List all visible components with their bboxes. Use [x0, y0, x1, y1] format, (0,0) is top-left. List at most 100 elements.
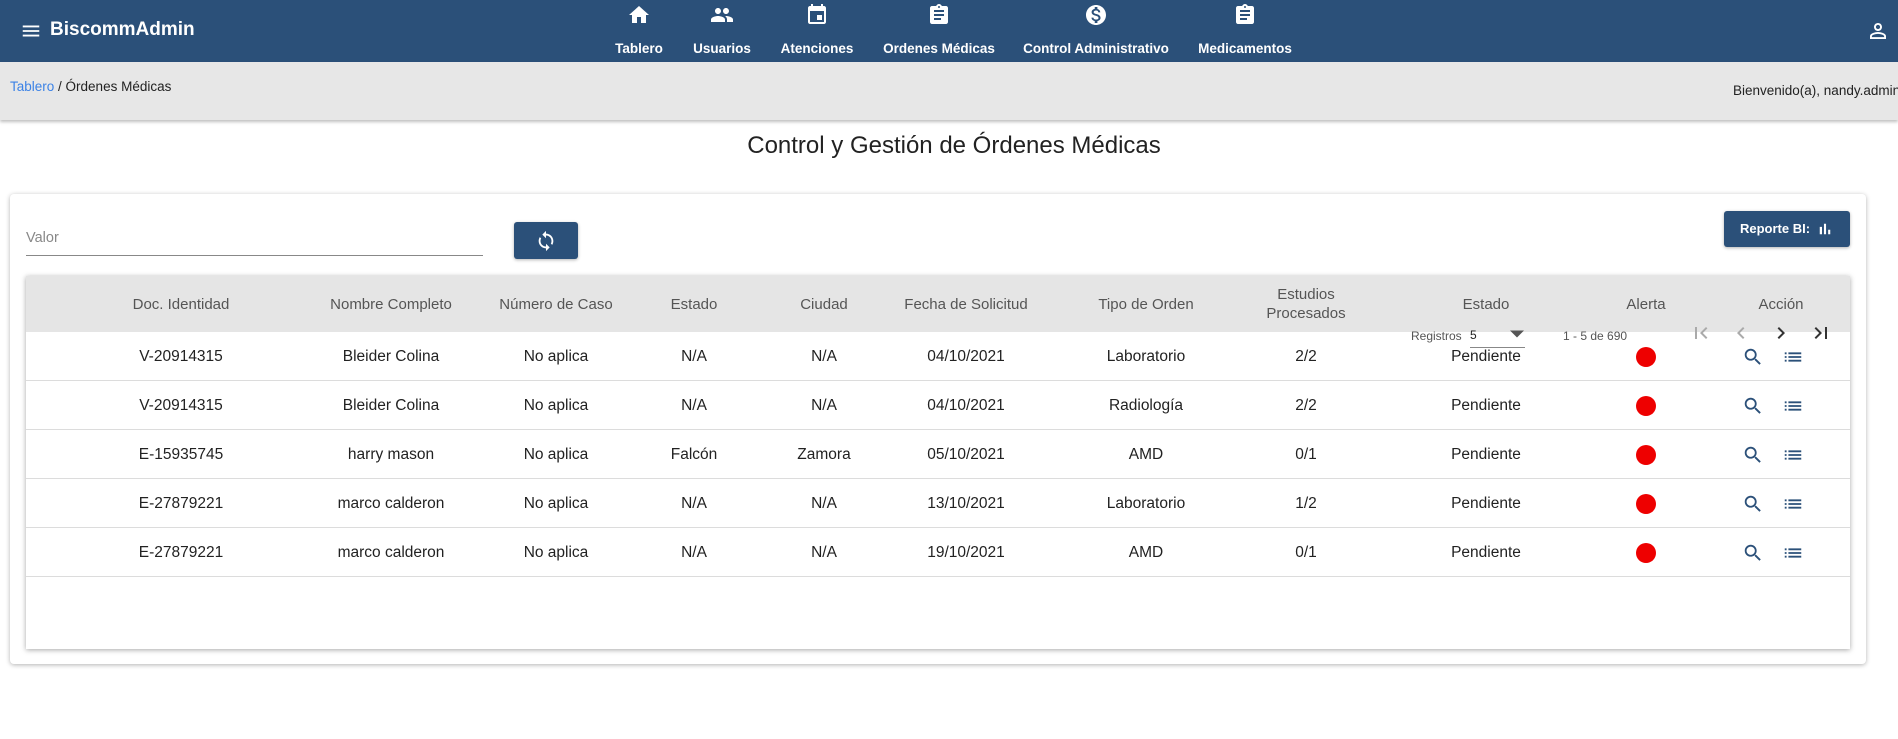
nav-medicamentos[interactable]: Medicamentos [1190, 0, 1300, 62]
calendar-icon [808, 4, 826, 24]
cell-city: N/A [811, 543, 837, 561]
column-header-case[interactable]: Número de Caso [476, 276, 636, 332]
breadcrumb-home-link[interactable]: Tablero [10, 79, 54, 94]
column-header-order-type[interactable]: Tipo de Orden [1046, 276, 1246, 332]
cell-alert [1566, 528, 1726, 577]
nav-atenciones[interactable]: Atenciones [775, 0, 859, 62]
table-row: E-15935745 harry mason No aplica Falcón Zamo… [26, 430, 1850, 479]
cell-order-type: Laboratorio [1106, 494, 1186, 512]
cell-order-type: Radiología [1108, 396, 1184, 414]
breadcrumb-separator: / [54, 79, 66, 94]
search-input[interactable] [26, 224, 483, 252]
bar-chart-icon [1819, 223, 1831, 235]
details-list-icon[interactable] [1782, 395, 1804, 417]
previous-page-icon[interactable] [1729, 321, 1753, 345]
cell-case: No aplica [523, 543, 589, 561]
cell-studies: 2/2 [1295, 396, 1317, 414]
cell-date: 19/10/2021 [927, 543, 1005, 561]
cell-studies: 1/2 [1295, 494, 1317, 512]
cell-alert [1566, 430, 1726, 479]
dollar-icon [1086, 5, 1106, 25]
cell-city: N/A [811, 494, 837, 512]
column-header-studies[interactable]: Estudios Procesados [1226, 276, 1386, 332]
details-list-icon[interactable] [1782, 444, 1804, 466]
details-list-icon[interactable] [1782, 493, 1804, 515]
column-header-state[interactable]: Estado [626, 276, 762, 332]
cell-state: Falcón [670, 445, 718, 463]
view-search-icon[interactable] [1742, 542, 1764, 564]
view-search-icon[interactable] [1742, 444, 1764, 466]
alert-indicator [1636, 444, 1656, 465]
cell-city: Zamora [797, 445, 851, 463]
report-bi-button[interactable]: Reporte BI: [1724, 211, 1850, 247]
cell-date: 04/10/2021 [927, 396, 1005, 414]
cell-date: 05/10/2021 [927, 445, 1005, 463]
nav-label: Usuarios [693, 41, 751, 56]
column-header-name[interactable]: Nombre Completo [286, 276, 496, 332]
cell-status: Pendiente [1451, 494, 1521, 512]
search-field[interactable] [26, 224, 483, 256]
details-list-icon[interactable] [1782, 542, 1804, 564]
cell-doc: V-20914315 [139, 347, 223, 365]
cell-order-type: Laboratorio [1106, 347, 1186, 365]
nav-tablero[interactable]: Tablero [609, 0, 669, 62]
details-list-icon[interactable] [1782, 346, 1804, 368]
nav-usuarios[interactable]: Usuarios [686, 0, 758, 62]
alert-indicator [1636, 542, 1656, 563]
cell-studies: 2/2 [1295, 347, 1317, 365]
cell-state: N/A [681, 543, 707, 561]
paginator-label: Registros [1411, 329, 1462, 343]
cell-alert [1566, 381, 1726, 430]
page-size-select[interactable]: 5 [1470, 320, 1525, 348]
menu-icon[interactable] [20, 19, 42, 43]
cell-status: Pendiente [1451, 543, 1521, 561]
cell-state: N/A [681, 347, 707, 365]
cell-doc: V-20914315 [139, 396, 223, 414]
refresh-button[interactable] [514, 222, 578, 259]
nav-label: Control Administrativo [1023, 41, 1169, 56]
cell-state: N/A [681, 396, 707, 414]
cell-alert [1566, 479, 1726, 528]
cell-city: N/A [811, 347, 837, 365]
view-search-icon[interactable] [1742, 493, 1764, 515]
view-search-icon[interactable] [1742, 346, 1764, 368]
page-title: Control y Gestión de Órdenes Médicas [747, 132, 1161, 159]
top-app-bar: BiscommAdmin Tablero Usuarios Atenciones… [0, 0, 1898, 62]
cell-name: marco calderon [337, 543, 445, 561]
users-icon [711, 8, 733, 22]
cell-date: 13/10/2021 [927, 494, 1005, 512]
table-row: V-20914315 Bleider Colina No aplica N/A N/A 0… [26, 381, 1850, 430]
cell-name: harry mason [347, 445, 435, 463]
view-search-icon[interactable] [1742, 395, 1764, 417]
last-page-icon[interactable] [1809, 321, 1833, 345]
nav-label: Tablero [615, 41, 663, 56]
dropdown-arrow-icon [1510, 330, 1524, 338]
app-brand[interactable]: BiscommAdmin [50, 19, 195, 41]
cell-doc: E-15935745 [138, 445, 224, 463]
cell-case: No aplica [523, 445, 589, 463]
cell-name: marco calderon [337, 494, 445, 512]
column-header-date[interactable]: Fecha de Solicitud [876, 276, 1056, 332]
table-row: E-27879221 marco calderon No aplica N/A N/A 1… [26, 479, 1850, 528]
nav-control-administrativo[interactable]: Control Administrativo [1019, 0, 1173, 62]
nav-label: Ordenes Médicas [883, 41, 995, 56]
cell-doc: E-27879221 [138, 494, 224, 512]
next-page-icon[interactable] [1769, 321, 1793, 345]
breadcrumb-bar: Tablero / Órdenes Médicas Bienvenido(a),… [0, 62, 1898, 120]
clipboard-icon [1236, 4, 1254, 24]
cell-date: 04/10/2021 [927, 347, 1005, 365]
home-icon [629, 6, 649, 23]
column-header-doc[interactable]: Doc. Identidad [76, 276, 286, 332]
report-bi-label: Reporte BI: [1740, 221, 1811, 236]
first-page-icon[interactable] [1689, 321, 1713, 345]
user-account-icon[interactable] [1866, 19, 1890, 43]
nav-ordenes-medicas[interactable]: Ordenes Médicas [876, 0, 1002, 62]
breadcrumb-current: Órdenes Médicas [65, 79, 172, 94]
cell-order-type: AMD [1128, 543, 1164, 561]
table-row: E-27879221 marco calderon No aplica N/A N/A 1… [26, 528, 1850, 577]
cell-doc: E-27879221 [138, 543, 224, 561]
column-header-city[interactable]: Ciudad [762, 276, 886, 332]
cell-state: N/A [681, 494, 707, 512]
cell-case: No aplica [523, 494, 589, 512]
cell-status: Pendiente [1451, 445, 1521, 463]
